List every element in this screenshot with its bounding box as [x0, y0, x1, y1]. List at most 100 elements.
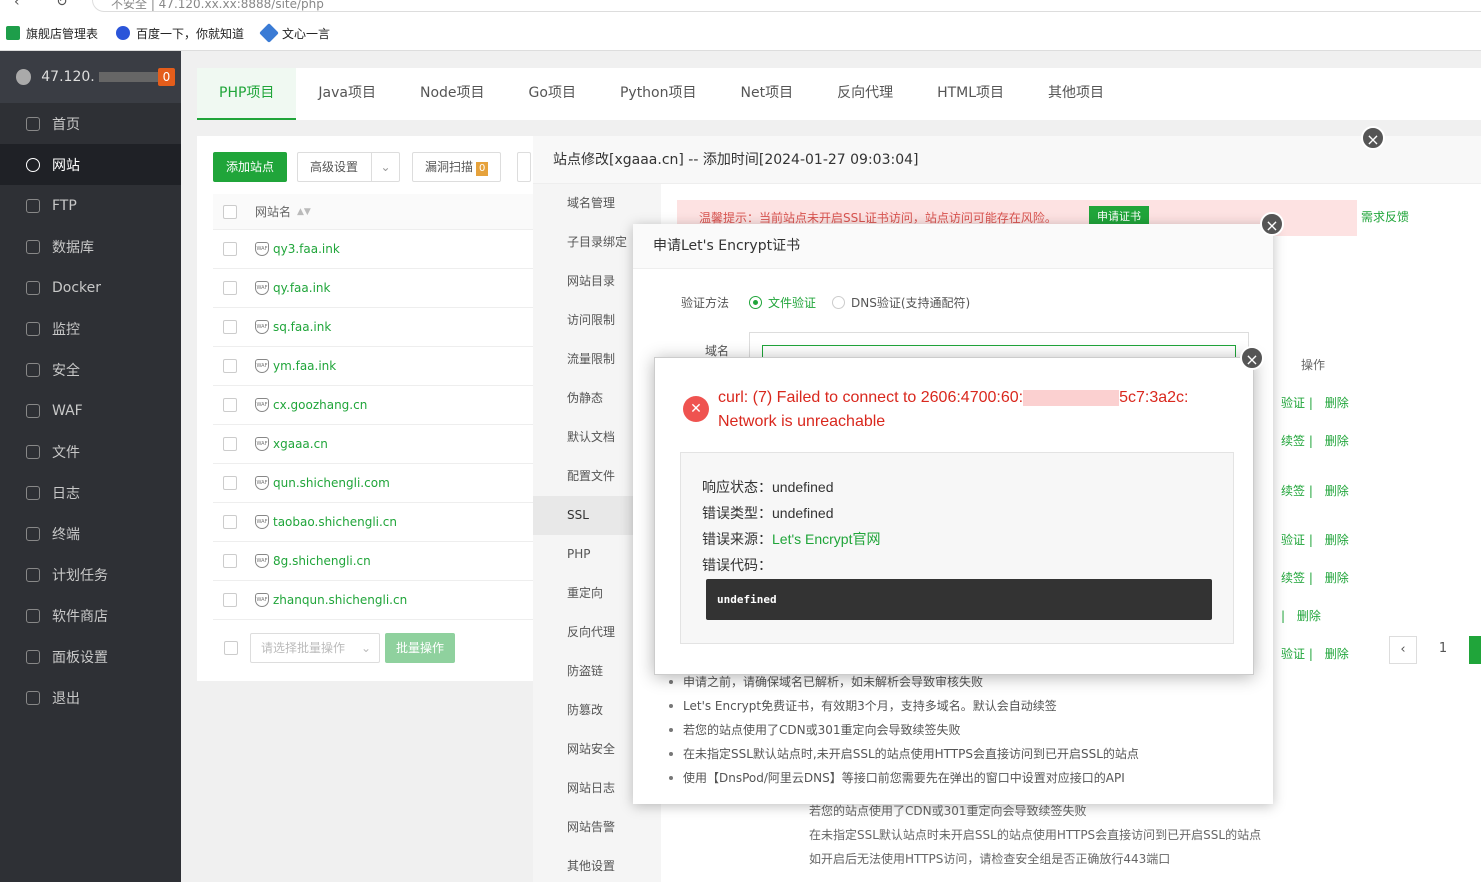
advanced-settings-button[interactable]: 高级设置 ⌄ — [297, 152, 400, 182]
site-name-link[interactable]: 8g.shichengli.cn — [273, 554, 371, 568]
row-checkbox[interactable] — [223, 359, 237, 373]
prev-page-button[interactable]: ‹ — [1389, 636, 1417, 664]
status-label: 响应状态： — [702, 479, 772, 495]
batch-action-button[interactable]: 批量操作 — [385, 633, 456, 663]
sidebar-item[interactable]: 数据库 — [0, 226, 181, 267]
site-name-link[interactable]: qy3.faa.ink — [273, 242, 340, 256]
sort-icon[interactable]: ▲▼ — [297, 207, 311, 217]
reload-icon[interactable]: ↻ — [56, 0, 68, 10]
site-menu-item[interactable]: 域名管理 — [533, 184, 661, 223]
site-name-link[interactable]: xgaaa.cn — [273, 437, 328, 451]
dns-verify-label[interactable]: DNS验证(支持通配符) — [851, 294, 970, 311]
project-tab[interactable]: HTML项目 — [915, 68, 1026, 120]
verify-method-row: 验证方法 文件验证 DNS验证(支持通配符) — [681, 294, 970, 311]
column-site-name[interactable]: 网站名 — [255, 203, 291, 220]
close-icon[interactable]: × — [1240, 346, 1264, 370]
next-page-button[interactable] — [1469, 636, 1481, 664]
row-op-action[interactable]: 续签 — [1281, 571, 1305, 585]
row-checkbox[interactable] — [223, 593, 237, 607]
row-checkbox[interactable] — [223, 281, 237, 295]
sidebar-item[interactable]: 计划任务 — [0, 554, 181, 595]
sidebar-item[interactable]: WAF — [0, 390, 181, 431]
add-site-button[interactable]: 添加站点 — [213, 152, 288, 182]
site-name-link[interactable]: sq.faa.ink — [273, 320, 331, 334]
site-menu-item[interactable]: 其他设置 — [533, 847, 661, 882]
row-op-delete[interactable]: 删除 — [1325, 434, 1349, 448]
alert-count-badge[interactable]: 0 — [157, 68, 176, 86]
close-icon[interactable]: × — [1260, 212, 1284, 236]
sidebar-item[interactable]: 监控 — [0, 308, 181, 349]
site-menu-item[interactable]: 网站告警 — [533, 808, 661, 847]
row-op-action[interactable]: 验证 — [1281, 533, 1305, 547]
row-op-delete[interactable]: 删除 — [1325, 571, 1349, 585]
sidebar-item[interactable]: 退出 — [0, 677, 181, 718]
row-op-action[interactable]: 验证 — [1281, 396, 1305, 410]
vuln-scan-button[interactable]: 漏洞扫描 0 — [412, 152, 502, 182]
sidebar-item[interactable]: 软件商店 — [0, 595, 181, 636]
project-tab[interactable]: PHP项目 — [197, 68, 297, 120]
sidebar-item[interactable]: 日志 — [0, 472, 181, 513]
site-name-link[interactable]: qy.faa.ink — [273, 281, 330, 295]
site-name-link[interactable]: zhanqun.shichengli.cn — [273, 593, 407, 607]
row-checkbox[interactable] — [223, 554, 237, 568]
project-tab[interactable]: Go项目 — [507, 68, 598, 120]
bookmark-item[interactable]: 旗舰店管理表 — [6, 24, 98, 42]
sidebar-item[interactable]: FTP — [0, 185, 181, 226]
row-op-action[interactable]: 续签 — [1281, 484, 1305, 498]
project-tab[interactable]: 反向代理 — [815, 68, 915, 120]
feedback-label: 需求反馈 — [1361, 210, 1410, 224]
batch-select[interactable]: 请选择批量操作 ⌄ — [250, 633, 380, 663]
sidebar-item[interactable]: 安全 — [0, 349, 181, 390]
row-checkbox[interactable] — [223, 515, 237, 529]
row-op-delete[interactable]: 删除 — [1325, 396, 1349, 410]
bookmark-item[interactable]: 百度一下，你就知道 — [116, 24, 244, 42]
domain-list-box[interactable] — [749, 332, 1249, 361]
file-verify-radio[interactable] — [749, 296, 763, 309]
project-tab[interactable]: Net项目 — [719, 68, 816, 120]
row-op-action[interactable]: 验证 — [1281, 647, 1305, 661]
page-number[interactable]: 1 — [1429, 636, 1457, 664]
project-tab[interactable]: 其他项目 — [1026, 68, 1126, 120]
site-name-link[interactable]: ym.faa.ink — [273, 359, 336, 373]
bookmark-item[interactable]: 文心一言 — [259, 23, 331, 43]
sidebar-item[interactable]: 面板设置 — [0, 636, 181, 677]
toolbar-partial-button[interactable] — [517, 152, 531, 182]
row-op-delete[interactable]: 删除 — [1325, 484, 1349, 498]
verify-label: 验证方法 — [681, 296, 730, 310]
select-all-checkbox[interactable] — [223, 204, 237, 219]
site-name-link[interactable]: qun.shichengli.com — [273, 476, 390, 490]
row-checkbox[interactable] — [223, 437, 237, 451]
site-name-link[interactable]: taobao.shichengli.cn — [273, 515, 397, 529]
row-op-delete[interactable]: 删除 — [1297, 609, 1321, 623]
project-tab[interactable]: Python项目 — [598, 68, 719, 120]
row-checkbox[interactable] — [223, 242, 237, 256]
close-icon[interactable]: × — [1361, 126, 1385, 150]
row-checkbox[interactable] — [223, 320, 237, 334]
site-dialog-title: 站点修改[xgaaa.cn] -- 添加时间[2024-01-27 09:03:… — [533, 136, 1481, 184]
sidebar-item[interactable]: 网站 — [0, 144, 181, 185]
dns-verify-radio[interactable] — [832, 296, 846, 309]
sidebar-item[interactable]: Docker — [0, 267, 181, 308]
site-name-link[interactable]: cx.goozhang.cn — [273, 398, 367, 412]
sidebar-item[interactable]: 文件 — [0, 431, 181, 472]
chevron-down-icon[interactable]: ⌄ — [371, 153, 399, 181]
footer-checkbox[interactable] — [224, 641, 238, 655]
bookmark-label: 文心一言 — [282, 26, 331, 41]
address-field[interactable]: 不安全 | 47.120.xx.xx:8888/site/php — [92, 0, 1481, 12]
row-op-action[interactable]: 续签 — [1281, 434, 1305, 448]
row-checkbox[interactable] — [223, 476, 237, 490]
row-checkbox[interactable] — [223, 398, 237, 412]
row-op-delete[interactable]: 删除 — [1325, 647, 1349, 661]
feedback-link[interactable]: 需求反馈 — [1361, 208, 1409, 225]
file-verify-label[interactable]: 文件验证 — [768, 294, 816, 311]
source-link[interactable]: Let's Encrypt官网 — [772, 531, 881, 547]
back-icon[interactable]: ‹ — [14, 0, 20, 10]
row-op-delete[interactable]: 删除 — [1325, 533, 1349, 547]
sidebar-item[interactable]: 终端 — [0, 513, 181, 554]
source-label: 错误来源： — [702, 531, 772, 547]
project-tab[interactable]: Node项目 — [398, 68, 507, 120]
sidebar-item[interactable]: 首页 — [0, 103, 181, 144]
project-tab[interactable]: Java项目 — [296, 68, 398, 120]
back-tip-text: 在未指定SSL默认站点时未开启SSL的站点使用HTTPS会直接访问到已开启SSL… — [809, 828, 1262, 842]
le-dialog-title: 申请Let's Encrypt证书 — [633, 224, 1273, 269]
